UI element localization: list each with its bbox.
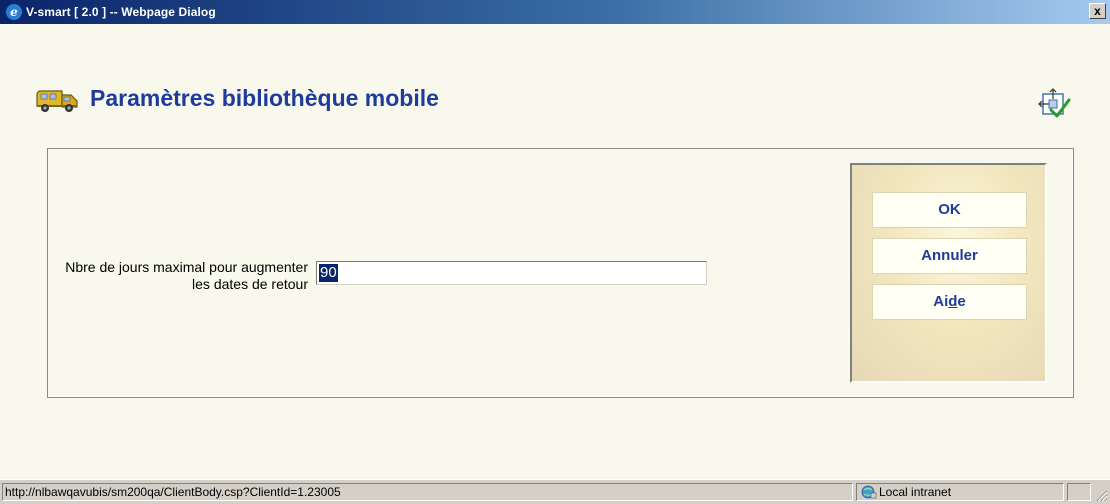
button-panel: OK Annuler Aide	[850, 163, 1047, 383]
ie-icon: e	[6, 4, 22, 20]
window-title: V-smart [ 2.0 ] -- Webpage Dialog	[26, 5, 216, 19]
help-button[interactable]: Aide	[872, 284, 1027, 320]
max-days-label: Nbre de jours maximal pour augmenter les…	[65, 259, 308, 292]
status-bar: http://nlbawqavubis/sm200qa/ClientBody.c…	[0, 479, 1110, 504]
ok-button[interactable]: OK	[872, 192, 1027, 228]
page-title: Paramètres bibliothèque mobile	[90, 85, 439, 111]
status-cell-empty-3	[1067, 483, 1091, 501]
max-days-input[interactable]: 90	[316, 261, 707, 285]
layout-settings-icon[interactable]	[1037, 86, 1071, 120]
max-days-value: 90	[319, 264, 338, 282]
close-button[interactable]: x	[1089, 3, 1106, 19]
help-label-suffix: e	[957, 293, 966, 310]
status-url: http://nlbawqavubis/sm200qa/ClientBody.c…	[2, 483, 853, 501]
zone-label: Local intranet	[879, 485, 952, 499]
intranet-globe-icon	[861, 485, 877, 499]
help-label-prefix: Ai	[933, 293, 949, 310]
security-zone: Local intranet	[856, 483, 1064, 501]
mobile-library-van-icon	[36, 90, 78, 112]
cancel-button[interactable]: Annuler	[872, 238, 1027, 274]
window-titlebar: e V-smart [ 2.0 ] -- Webpage Dialog x	[0, 0, 1110, 24]
resize-grip-icon[interactable]	[1094, 488, 1108, 502]
